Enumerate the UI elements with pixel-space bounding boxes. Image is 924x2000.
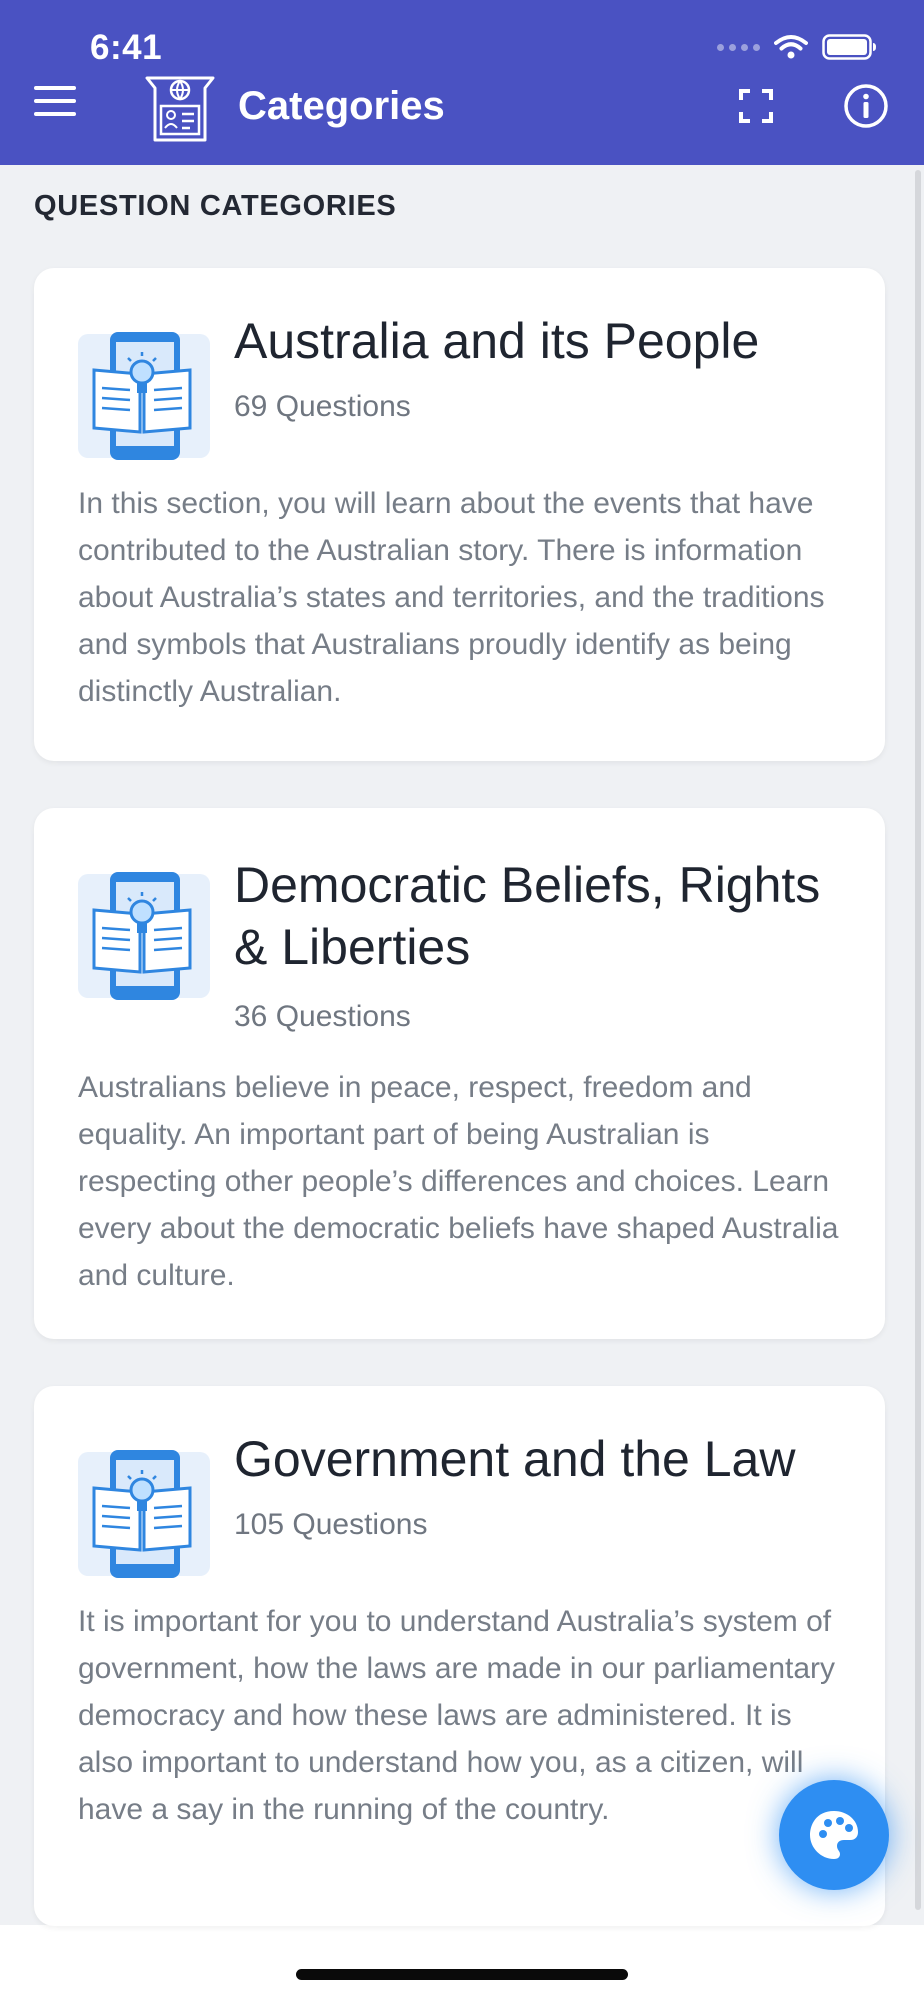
citizenship-logo-icon <box>145 76 215 142</box>
info-icon <box>844 84 888 128</box>
category-description: Australians believe in peace, respect, f… <box>78 1071 839 1292</box>
page-title: Categories <box>238 84 445 128</box>
question-count: 36 Questions <box>234 1000 411 1033</box>
book-idea-icon <box>78 332 210 460</box>
palette-icon <box>810 1811 858 1859</box>
fullscreen-button[interactable] <box>738 88 774 124</box>
home-indicator[interactable] <box>296 1969 628 1980</box>
battery-icon <box>822 34 876 60</box>
category-card-australia-and-its-people[interactable]: Australia and its People 69 Questions In… <box>34 268 885 761</box>
info-button[interactable] <box>843 83 889 129</box>
question-count: 69 Questions <box>234 390 411 423</box>
category-title: Government and the Law <box>234 1431 796 1487</box>
menu-icon <box>34 86 76 116</box>
fullscreen-icon <box>739 89 773 123</box>
book-idea-icon <box>78 872 210 1000</box>
wifi-icon <box>774 35 808 59</box>
category-description: It is important for you to understand Au… <box>78 1605 836 1826</box>
app-bar: 6:41 Categories <box>0 0 924 165</box>
theme-palette-button[interactable] <box>779 1780 889 1890</box>
signal-icon <box>717 43 760 51</box>
category-card-government-and-the-law[interactable]: Government and the Law 105 Questions It … <box>34 1386 885 1926</box>
scrollbar[interactable] <box>915 170 921 1910</box>
menu-button[interactable] <box>34 86 76 124</box>
status-icons <box>717 34 878 60</box>
section-header: QUESTION CATEGORIES <box>34 190 397 222</box>
category-title: Democratic Beliefs, Rights & Liberties <box>234 857 821 975</box>
question-count: 105 Questions <box>234 1508 428 1541</box>
book-idea-icon <box>78 1450 210 1578</box>
category-card-democratic-beliefs[interactable]: Democratic Beliefs, Rights & Liberties 3… <box>34 808 885 1339</box>
status-time: 6:41 <box>90 28 163 67</box>
category-description: In this section, you will learn about th… <box>78 487 825 708</box>
category-title: Australia and its People <box>234 313 760 369</box>
